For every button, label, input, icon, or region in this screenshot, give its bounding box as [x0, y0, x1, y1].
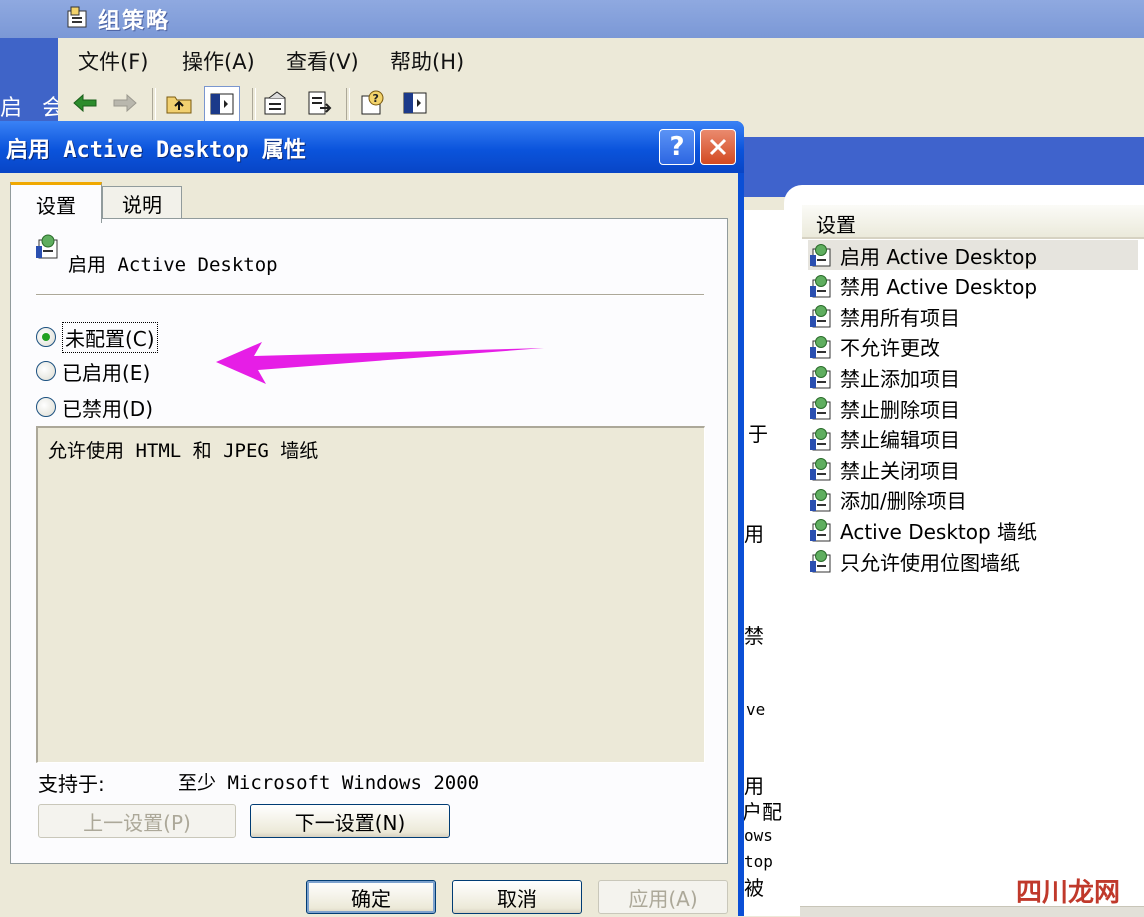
- radio-button[interactable]: [36, 327, 56, 347]
- divider: [36, 294, 704, 296]
- settings-column-header[interactable]: 设置: [802, 205, 1144, 239]
- description-text: 允许使用 HTML 和 JPEG 墙纸: [48, 440, 319, 462]
- policy-list-item[interactable]: 禁止编辑项目: [808, 424, 1138, 454]
- policy-list-item-label: 禁用 Active Desktop: [840, 275, 1038, 300]
- description-fragment: 被: [744, 876, 764, 900]
- policy-list-item[interactable]: 不允许更改: [808, 332, 1138, 362]
- policy-setting-icon: [810, 458, 831, 481]
- policy-list-item-label: 添加/删除项目: [840, 489, 967, 514]
- policy-setting-icon: [810, 335, 831, 359]
- policy-list-item-label: 禁止删除项目: [840, 397, 960, 422]
- export-list-icon[interactable]: [304, 88, 334, 118]
- watermark: 四川龙网: [1016, 878, 1121, 908]
- radio-label: 已禁用(D): [62, 396, 154, 421]
- help-icon[interactable]: ?: [358, 88, 388, 118]
- description-fragment: 用: [744, 774, 764, 798]
- description-fragment: 禁: [744, 624, 764, 648]
- apply-button[interactable]: 应用(A): [598, 880, 728, 914]
- policy-setting-icon: [810, 244, 831, 267]
- svg-text:?: ?: [373, 92, 379, 105]
- policy-setting-icon: [810, 305, 831, 328]
- policy-list-item-label: 启用 Active Desktop: [840, 244, 1038, 269]
- radio-button[interactable]: [36, 361, 56, 381]
- menu-bar: 文件(F) 操作(A) 查看(V) 帮助(H): [58, 38, 1144, 83]
- menu-view[interactable]: 查看(V): [286, 46, 359, 76]
- left-fragment: 启: [0, 96, 23, 121]
- tab-settings[interactable]: 设置: [10, 182, 102, 223]
- toolbar-separator: [346, 88, 350, 120]
- policy-list-item-label: 禁止关闭项目: [840, 458, 960, 483]
- main-window-title: 组策略: [98, 9, 171, 34]
- settings-column-header-label: 设置: [816, 213, 856, 237]
- policy-setting-icon: [810, 550, 831, 573]
- policy-list-item-label: 只允许使用位图墙纸: [840, 550, 1020, 575]
- forward-icon[interactable]: [110, 88, 140, 118]
- description-box: [36, 426, 705, 763]
- policy-list-item[interactable]: 禁止添加项目: [808, 362, 1138, 392]
- policy-list-item[interactable]: 只允许使用位图墙纸: [808, 546, 1138, 576]
- policy-setting-icon: [810, 397, 831, 420]
- radio-enabled[interactable]: 已启用(E): [36, 357, 150, 385]
- toolbar-separator: [252, 88, 256, 120]
- policy-list-item[interactable]: 禁止关闭项目: [808, 454, 1138, 484]
- toolbar: ?: [58, 82, 1144, 126]
- annotation-arrow: [216, 342, 544, 384]
- description-fragment: 用: [744, 522, 764, 546]
- cancel-button[interactable]: 取消: [452, 880, 582, 914]
- close-icon: [709, 138, 727, 156]
- policy-setting-icon: [810, 274, 831, 298]
- toolbar-separator: [152, 88, 156, 120]
- show-hide-tree-icon[interactable]: [204, 86, 240, 122]
- menu-action[interactable]: 操作(A): [182, 46, 255, 76]
- policy-setting-icon: [810, 488, 831, 512]
- menu-help[interactable]: 帮助(H): [390, 46, 464, 76]
- extended-view-icon[interactable]: [400, 88, 430, 118]
- policy-name: 启用 Active Desktop: [68, 254, 278, 276]
- help-button[interactable]: ?: [659, 129, 695, 165]
- radio-label: 未配置(C): [62, 321, 158, 353]
- policy-setting-icon: [810, 519, 831, 542]
- description-fragment: 户配: [742, 800, 782, 824]
- previous-setting-button[interactable]: 上一设置(P): [38, 804, 236, 838]
- radio-label: 已启用(E): [62, 360, 151, 385]
- main-title-bar: 组策略: [0, 0, 1144, 38]
- policy-list-item-label: 禁止添加项目: [840, 366, 960, 391]
- policy-setting-icon: [810, 366, 831, 389]
- back-icon[interactable]: [70, 88, 100, 118]
- policy-list-item[interactable]: 添加/删除项目: [808, 485, 1138, 515]
- close-button[interactable]: [700, 129, 736, 165]
- next-setting-button[interactable]: 下一设置(N): [250, 804, 450, 838]
- policy-list-item-label: Active Desktop 墙纸: [840, 519, 1038, 544]
- dialog-title: 启用 Active Desktop 属性: [6, 138, 306, 163]
- properties-icon[interactable]: [262, 88, 292, 118]
- radio-button[interactable]: [36, 397, 56, 417]
- description-fragment: top: [744, 852, 773, 871]
- tab-explain[interactable]: 说明: [102, 186, 182, 219]
- description-fragment: ows: [744, 826, 773, 845]
- supported-on-label: 支持于:: [38, 772, 105, 796]
- policy-list-item-label: 不允许更改: [840, 336, 940, 361]
- description-fragment: 于: [748, 422, 768, 446]
- supported-on-value: 至少 Microsoft Windows 2000: [178, 772, 480, 794]
- menu-file[interactable]: 文件(F): [78, 46, 148, 76]
- policy-list-item[interactable]: 禁止删除项目: [808, 393, 1138, 423]
- radio-disabled[interactable]: 已禁用(D): [36, 393, 153, 421]
- policy-list-item-label: 禁用所有项目: [840, 305, 960, 330]
- group-policy-icon: [67, 6, 87, 28]
- description-fragment: ve: [746, 700, 766, 719]
- radio-not-configured[interactable]: 未配置(C): [36, 321, 158, 353]
- policy-list-item[interactable]: Active Desktop 墙纸: [808, 515, 1138, 545]
- policy-list-item[interactable]: 启用 Active Desktop: [808, 240, 1138, 270]
- policy-setting-icon: [36, 234, 58, 259]
- policy-list-item[interactable]: 禁用所有项目: [808, 301, 1138, 331]
- up-folder-icon[interactable]: [164, 88, 194, 118]
- policy-list-item[interactable]: 禁用 Active Desktop: [808, 271, 1138, 301]
- ok-button[interactable]: 确定: [306, 880, 436, 914]
- policy-setting-icon: [810, 427, 831, 451]
- policy-list-item-label: 禁止编辑项目: [840, 428, 960, 453]
